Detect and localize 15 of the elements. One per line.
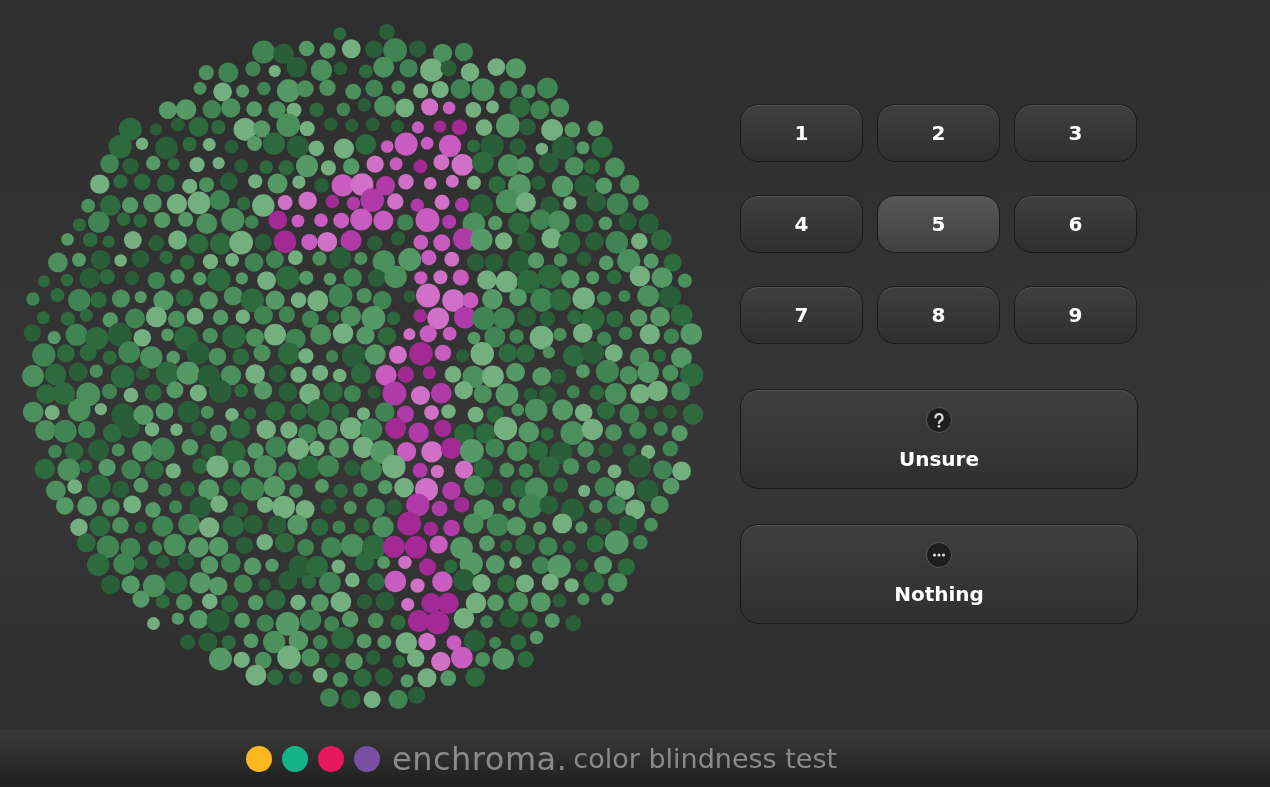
- brand-logo: enchroma.: [392, 739, 568, 778]
- number-button[interactable]: 8: [877, 286, 1000, 344]
- question-icon: [926, 407, 952, 433]
- number-button[interactable]: 4: [740, 195, 863, 253]
- number-button[interactable]: 5: [877, 195, 1000, 253]
- number-button[interactable]: 6: [1014, 195, 1137, 253]
- number-button[interactable]: 2: [877, 104, 1000, 162]
- number-button[interactable]: 3: [1014, 104, 1137, 162]
- nothing-button[interactable]: Nothing: [740, 524, 1138, 624]
- number-button[interactable]: 9: [1014, 286, 1137, 344]
- more-icon: [926, 542, 952, 568]
- number-button[interactable]: 7: [740, 286, 863, 344]
- tagline: color blindness test: [573, 743, 838, 774]
- unsure-button[interactable]: Unsure: [740, 389, 1138, 489]
- number-button[interactable]: 1: [740, 104, 863, 162]
